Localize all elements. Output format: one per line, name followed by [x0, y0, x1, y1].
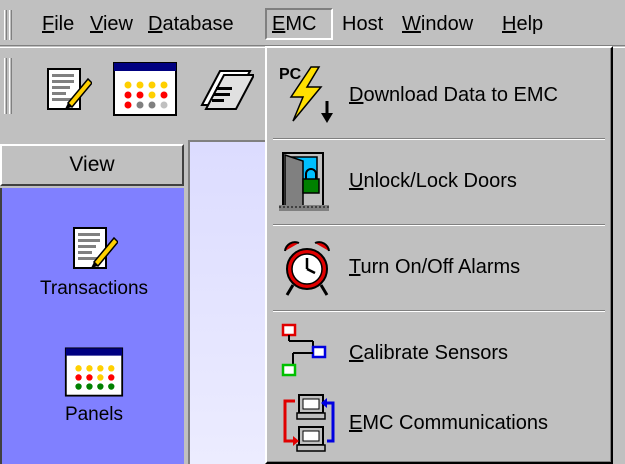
content-area[interactable]	[188, 140, 268, 464]
cards-icon	[200, 70, 254, 110]
transactions-icon	[73, 227, 120, 269]
menu-separator	[273, 310, 605, 312]
download-lightning-icon: PC	[279, 66, 333, 123]
menu-item-unlock-lock-doors[interactable]: Unlock/Lock Doors	[271, 146, 607, 216]
menubar-grip[interactable]	[4, 10, 7, 40]
menu-item-label: Turn On/Off Alarms	[349, 255, 521, 278]
menu-emc[interactable]: EMC	[265, 8, 333, 40]
menu-separator	[273, 224, 605, 226]
menu-item-label: EMC Communications	[349, 411, 548, 434]
menu-bar: File View Database EMC Host Window Help	[0, 0, 625, 46]
menu-separator	[273, 138, 605, 140]
sidebar: View Transactions Panels	[0, 140, 188, 464]
menu-host[interactable]: Host	[336, 8, 389, 40]
menu-item-label: Download Data to EMC	[349, 83, 558, 106]
toolbar-panels-button[interactable]	[108, 56, 182, 122]
menu-view[interactable]: View	[84, 8, 139, 40]
menu-item-download-data[interactable]: PC Download Data to EMC	[271, 60, 607, 130]
sidebar-panel: Transactions Panels	[0, 188, 184, 464]
sensors-icon	[281, 323, 327, 377]
menu-file[interactable]: File	[36, 8, 80, 40]
sidebar-item-label: Panels	[64, 404, 124, 425]
computers-communication-icon	[283, 394, 335, 452]
toolbar-cards-button[interactable]	[196, 56, 256, 122]
toolbar-grip[interactable]	[4, 58, 7, 114]
menu-database[interactable]: Database	[142, 8, 240, 40]
svg-text:PC: PC	[279, 66, 302, 83]
transactions-icon	[47, 68, 92, 110]
menu-item-turn-on-off-alarms[interactable]: Turn On/Off Alarms	[271, 232, 607, 302]
sidebar-item-label: Transactions	[39, 278, 149, 299]
menu-item-label: Calibrate Sensors	[349, 341, 508, 364]
door-lock-icon	[279, 152, 329, 211]
sidebar-item-transactions[interactable]: Transactions	[2, 224, 186, 300]
sidebar-view-header[interactable]: View	[0, 144, 184, 186]
menu-item-emc-communications[interactable]: EMC Communications	[271, 388, 607, 458]
emc-dropdown-menu: PC Download Data to EMC Unlock/Lock Door…	[265, 46, 613, 464]
menu-item-calibrate-sensors[interactable]: Calibrate Sensors	[271, 318, 607, 388]
menu-window[interactable]: Window	[396, 8, 479, 40]
panels-icon	[64, 347, 124, 397]
alarm-clock-icon	[284, 241, 330, 296]
panels-icon	[113, 62, 177, 116]
menubar-grip-2[interactable]	[9, 10, 12, 40]
sidebar-item-panels[interactable]: Panels	[2, 346, 186, 426]
menu-item-label: Unlock/Lock Doors	[349, 169, 517, 192]
menu-help[interactable]: Help	[496, 8, 549, 40]
menu-host-label: Host	[342, 13, 384, 35]
toolbar-grip-2[interactable]	[9, 58, 12, 114]
toolbar-transactions-button[interactable]	[38, 56, 98, 122]
